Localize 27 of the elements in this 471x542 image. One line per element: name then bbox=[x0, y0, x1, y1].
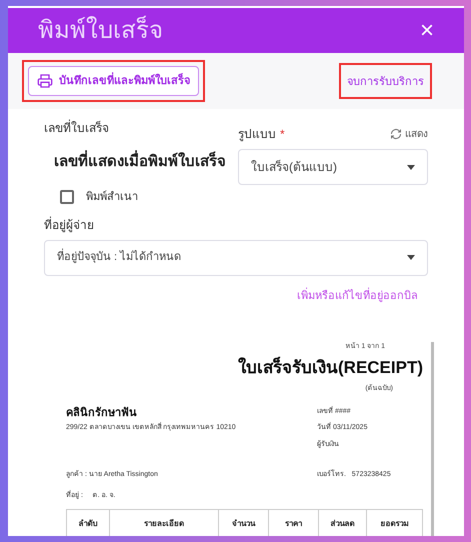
dialog-title: พิมพ์ใบเสร็จ bbox=[38, 14, 163, 46]
payer-address-select[interactable]: ที่อยู่ปัจจุบัน : ไม่ได้กำหนด bbox=[44, 240, 428, 276]
refresh-button[interactable]: แสดง bbox=[390, 126, 428, 142]
edit-address-link[interactable]: เพิ่มหรือแก้ไขที่อยู่ออกบิล bbox=[297, 288, 418, 304]
receipt-number-value: เลขที่แสดงเมื่อพิมพ์ใบเสร็จ bbox=[54, 151, 226, 174]
copy-checkbox-label: พิมพ์สำเนา bbox=[86, 190, 138, 205]
clinic-name: คลินิกรักษาฟัน bbox=[66, 406, 138, 420]
copy-checkbox[interactable] bbox=[60, 190, 74, 204]
payer-address-label: ที่อยู่ผู้จ่าย bbox=[44, 216, 95, 234]
column-header: จำนวน bbox=[218, 510, 268, 536]
caret-icon bbox=[407, 255, 415, 260]
refresh-icon bbox=[390, 128, 402, 140]
column-header: ลำดับ bbox=[78, 518, 98, 530]
format-label: รูปแบบ bbox=[238, 126, 276, 143]
receipt-number-label: เลขที่ใบเสร็จ bbox=[44, 119, 110, 137]
finish-service-link[interactable]: จบการรับบริการ bbox=[347, 76, 424, 88]
column-header: ราคา bbox=[268, 510, 318, 536]
printer-icon bbox=[37, 73, 53, 89]
receipt-title: ใบเสร็จรับเงิน(RECEIPT) bbox=[238, 356, 423, 378]
required-mark: * bbox=[280, 126, 285, 143]
column-header: ส่วนลด bbox=[318, 510, 366, 536]
format-select[interactable]: ใบเสร็จ(ต้นแบบ) bbox=[238, 149, 428, 185]
column-header: รายละเอียด bbox=[109, 510, 218, 536]
close-button[interactable]: × bbox=[420, 18, 434, 42]
caret-icon bbox=[407, 164, 415, 170]
column-header: ยอดรวม bbox=[366, 510, 422, 536]
save-print-button[interactable]: บันทึกเลขที่และพิมพ์ใบเสร็จ bbox=[28, 66, 199, 96]
